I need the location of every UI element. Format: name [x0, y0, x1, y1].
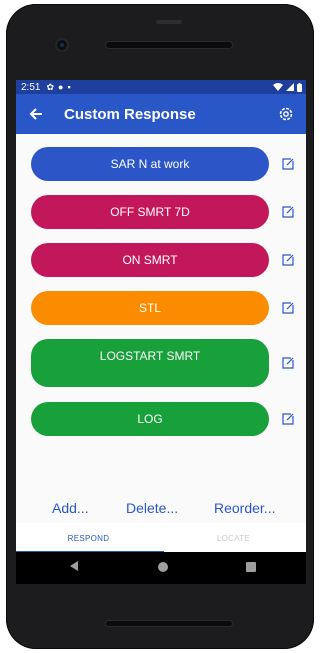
nav-recents-icon[interactable] [246, 562, 256, 572]
bottom-speaker [106, 621, 232, 626]
edit-icon[interactable] [281, 205, 295, 219]
delete-button[interactable]: Delete... [126, 500, 178, 516]
tab-bar: RESPOND LOCATE [16, 523, 306, 552]
nav-home-icon[interactable] [158, 562, 168, 572]
nav-back-icon[interactable] [70, 561, 78, 571]
action-bar: Add... Delete... Reorder... [16, 496, 306, 520]
add-button[interactable]: Add... [52, 500, 89, 516]
app-bar: Custom Response [16, 94, 306, 134]
signal-icon [286, 83, 294, 91]
sdcard-notification-icon: ▪ [67, 82, 71, 92]
response-button[interactable]: OFF SMRT 7D [31, 195, 269, 229]
edit-icon[interactable] [281, 157, 295, 171]
response-button[interactable]: LOGSTART SMRT [31, 339, 269, 387]
wifi-icon [273, 83, 283, 91]
back-arrow-icon[interactable] [24, 102, 48, 126]
gear-icon[interactable] [274, 102, 298, 126]
tab-locate[interactable]: LOCATE [161, 523, 306, 552]
status-time: 2:51 [21, 81, 41, 93]
system-nav-bar [16, 552, 306, 584]
response-button[interactable]: STL [31, 291, 269, 325]
edit-icon[interactable] [281, 356, 295, 370]
shield-notification-icon: ● [58, 82, 64, 92]
battery-icon [297, 82, 302, 92]
page-title: Custom Response [64, 105, 196, 123]
front-camera [57, 40, 67, 50]
edit-icon[interactable] [281, 253, 295, 267]
edit-icon[interactable] [281, 412, 295, 426]
status-bar: 2:51 ✿ ● ▪ [16, 80, 306, 94]
top-speaker-slot [156, 20, 182, 24]
settings-notification-icon: ✿ [46, 81, 55, 92]
edit-icon[interactable] [281, 301, 295, 315]
response-button[interactable]: ON SMRT [31, 243, 269, 277]
response-button[interactable]: SAR N at work [31, 147, 269, 181]
app-screen: 2:51 ✿ ● ▪ Custom Response SAR N at work… [16, 80, 306, 552]
earpiece-speaker [106, 42, 232, 48]
response-button[interactable]: LOG [31, 402, 269, 436]
tab-respond[interactable]: RESPOND [16, 523, 161, 552]
reorder-button[interactable]: Reorder... [214, 500, 275, 516]
